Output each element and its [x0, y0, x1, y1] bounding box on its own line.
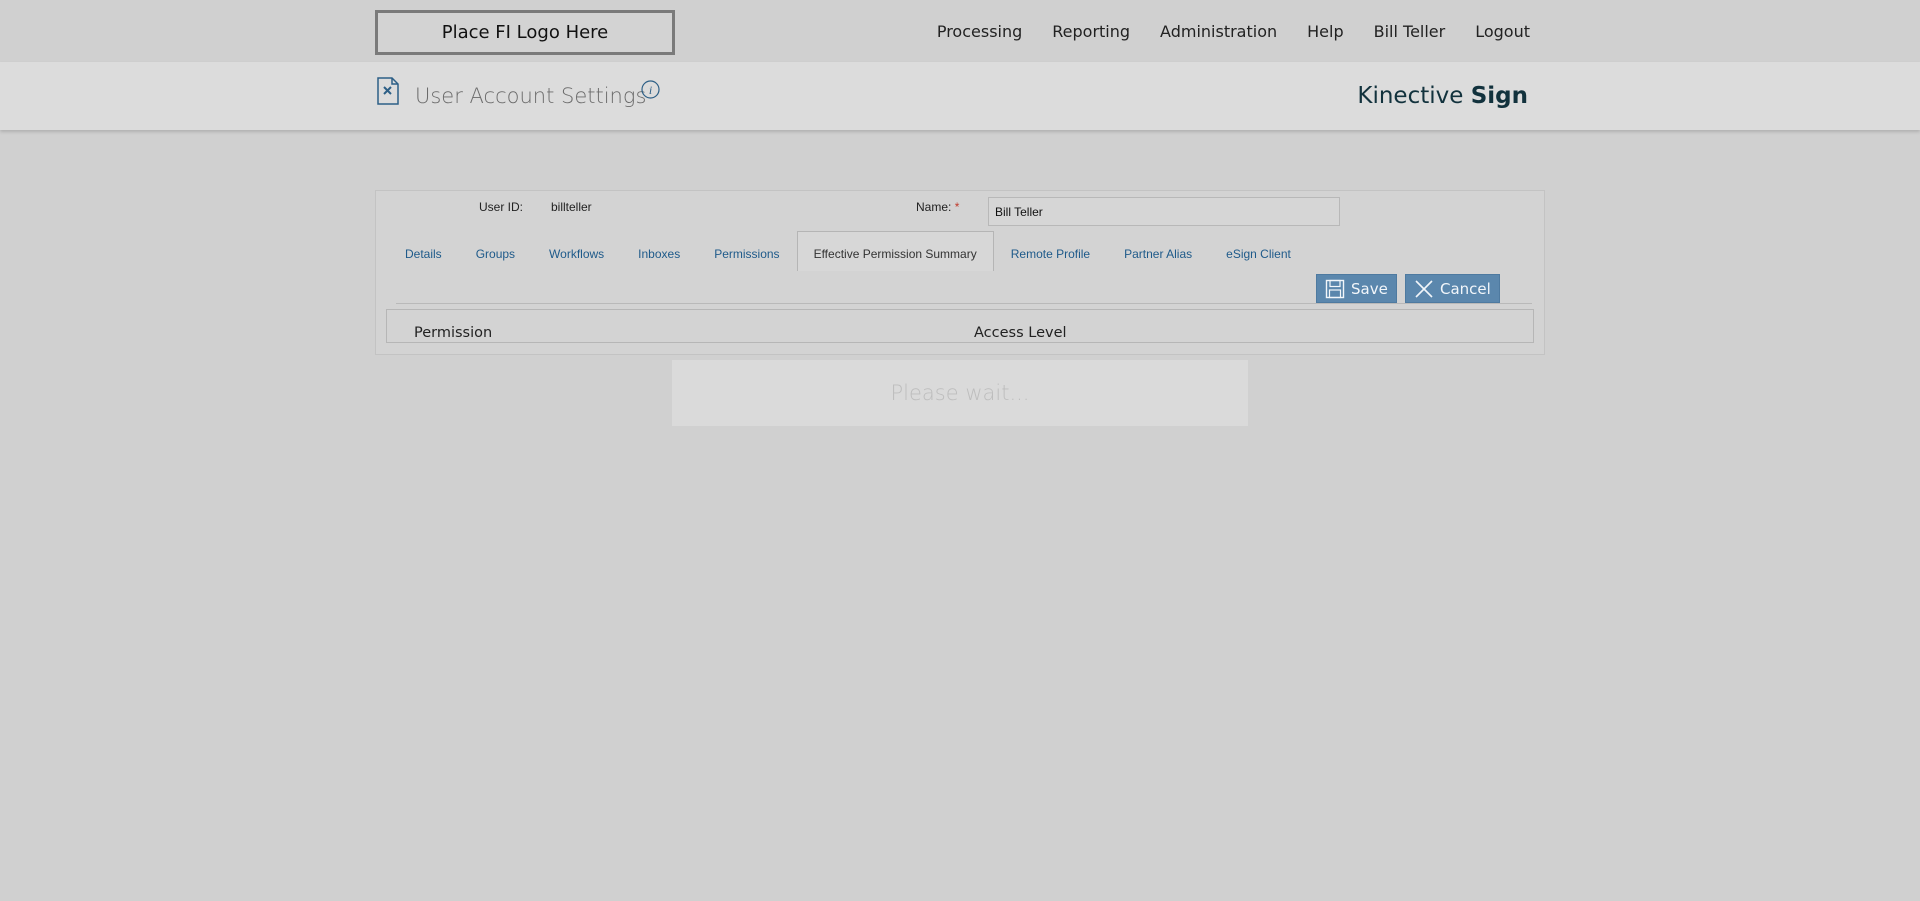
- name-field[interactable]: [988, 197, 1340, 226]
- tab-bar: Details Groups Workflows Inboxes Permiss…: [388, 231, 1308, 271]
- svg-text:i: i: [649, 83, 652, 97]
- tab-inboxes[interactable]: Inboxes: [621, 231, 697, 271]
- name-label-text: Name:: [916, 200, 952, 214]
- brand-bold: Sign: [1470, 83, 1528, 109]
- nav-help[interactable]: Help: [1307, 22, 1343, 41]
- floppy-disk-icon: [1325, 279, 1345, 298]
- page-header: User Account Settings i Kinective Sign: [0, 62, 1920, 130]
- cancel-button[interactable]: Cancel: [1405, 274, 1500, 303]
- brand-regular: Kinective: [1357, 83, 1471, 109]
- main-nav: Processing Reporting Administration Help…: [937, 22, 1530, 41]
- user-id-value: billteller: [551, 200, 592, 214]
- column-header-permission[interactable]: Permission: [414, 325, 492, 341]
- page-title: User Account Settings: [415, 84, 647, 108]
- tab-details[interactable]: Details: [388, 231, 459, 271]
- nav-processing[interactable]: Processing: [937, 22, 1022, 41]
- name-label: Name: *: [916, 200, 959, 214]
- brand-logo: Kinective Sign: [1357, 83, 1528, 109]
- info-icon[interactable]: i: [641, 80, 660, 99]
- nav-reporting[interactable]: Reporting: [1052, 22, 1130, 41]
- tab-effective-permission-summary[interactable]: Effective Permission Summary: [796, 231, 994, 271]
- required-marker: *: [954, 200, 960, 214]
- tab-workflows[interactable]: Workflows: [532, 231, 621, 271]
- nav-user-name[interactable]: Bill Teller: [1374, 22, 1446, 41]
- x-icon: [1415, 279, 1433, 298]
- tab-divider: [396, 303, 1532, 304]
- tab-partner-alias[interactable]: Partner Alias: [1107, 231, 1209, 271]
- tab-groups[interactable]: Groups: [459, 231, 532, 271]
- document-x-icon: [377, 77, 399, 105]
- tab-remote-profile[interactable]: Remote Profile: [994, 231, 1107, 271]
- nav-administration[interactable]: Administration: [1160, 22, 1277, 41]
- logo-placeholder[interactable]: Place FI Logo Here: [375, 10, 675, 55]
- top-bar: Place FI Logo Here Processing Reporting …: [0, 0, 1920, 62]
- save-button-label: Save: [1351, 279, 1388, 298]
- user-id-label: User ID:: [479, 200, 524, 214]
- tab-permissions[interactable]: Permissions: [697, 231, 796, 271]
- column-header-access-level[interactable]: Access Level: [974, 325, 1067, 341]
- save-button[interactable]: Save: [1316, 274, 1397, 303]
- cancel-button-label: Cancel: [1440, 279, 1491, 298]
- loading-overlay: Please wait...: [672, 360, 1248, 426]
- tab-esign-client[interactable]: eSign Client: [1209, 231, 1308, 271]
- user-settings-panel: User ID: billteller Name: * Details Grou…: [375, 190, 1545, 355]
- permission-grid-header: Permission Access Level: [386, 309, 1534, 343]
- nav-logout[interactable]: Logout: [1475, 22, 1530, 41]
